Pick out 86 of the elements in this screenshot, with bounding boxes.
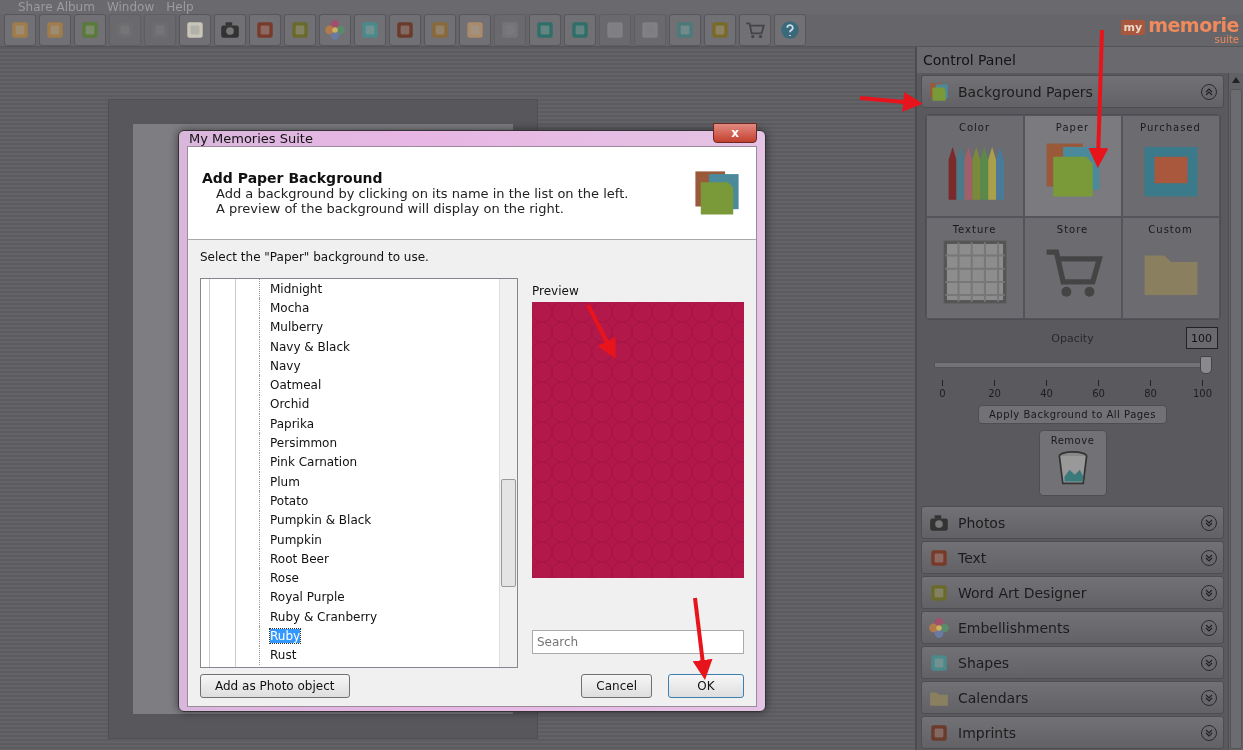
toolbar-button[interactable]: [704, 14, 736, 46]
logo-name: memorie: [1148, 15, 1239, 35]
list-item[interactable]: Paprika: [270, 416, 315, 431]
tick-label: 0: [936, 380, 949, 399]
panel-title: Control Panel: [917, 47, 1243, 73]
search-field[interactable]: Search: [532, 630, 744, 654]
section-title: Embellishments: [958, 619, 1071, 636]
list-item[interactable]: Rust: [270, 648, 297, 663]
list-item[interactable]: Mulberry: [270, 320, 324, 335]
scrollbar[interactable]: [1228, 73, 1243, 750]
tile-label: Color: [958, 122, 991, 133]
list-item[interactable]: Pink Carnation: [270, 455, 358, 470]
close-button[interactable]: x: [713, 122, 757, 143]
list-item[interactable]: Plum: [270, 474, 300, 489]
tick-label: 60: [1092, 380, 1105, 399]
toolbar-button[interactable]: [389, 14, 421, 46]
section-title: Background Papers: [958, 83, 1094, 100]
toolbar-button[interactable]: [459, 14, 491, 46]
annotation-arrow: [859, 91, 923, 112]
flower-icon: [324, 19, 346, 41]
tile-label: Custom: [1148, 224, 1193, 235]
list-item[interactable]: Pumpkin & Black: [270, 513, 372, 528]
section-title: Imprints: [958, 724, 1017, 741]
toolbar-button[interactable]: [774, 14, 806, 46]
dialog-description: Add a background by clicking on its name in the list on the left.: [215, 186, 630, 201]
list-item[interactable]: Orchid: [270, 397, 310, 412]
dialog-description: A preview of the background will display on the right.: [215, 201, 565, 216]
dialog-heading: Add Paper Background: [202, 170, 384, 186]
toolbar-button[interactable]: [529, 14, 561, 46]
toolbar-button[interactable]: [564, 14, 596, 46]
tile-option[interactable]: Paper: [1023, 115, 1122, 217]
toolbar-button[interactable]: [249, 14, 281, 46]
section-title: Calendars: [958, 689, 1030, 706]
dialog-title: My Memories Suite: [188, 131, 314, 146]
annotation-arrow: [586, 304, 616, 360]
apply-button[interactable]: Apply Background to All Pages: [978, 405, 1167, 424]
list-item[interactable]: Oatmeal: [270, 378, 322, 393]
slider-thumb[interactable]: [1199, 356, 1212, 374]
toolbar-button[interactable]: [739, 14, 771, 46]
toolbar-button[interactable]: [424, 14, 456, 46]
tile-label: Texture: [952, 224, 997, 235]
flower-icon: [928, 616, 950, 639]
section-title: Word Art Designer: [958, 584, 1088, 601]
list-item[interactable]: Navy: [270, 358, 301, 373]
toolbar-button[interactable]: [74, 14, 106, 46]
toolbar-button[interactable]: [669, 14, 701, 46]
list-prompt: Select the "Paper" background to use.: [200, 250, 430, 264]
texture-icon: [941, 239, 1008, 305]
ok-button[interactable]: OK: [668, 674, 744, 698]
toolbar-button[interactable]: [4, 14, 36, 46]
list-item[interactable]: Pumpkin: [270, 532, 322, 547]
toolbar-button[interactable]: [284, 14, 316, 46]
remove-button[interactable]: Remove: [1038, 430, 1107, 496]
preview-label: Preview: [532, 284, 580, 298]
logo-badge: my: [1120, 19, 1146, 35]
section-title: Text: [958, 549, 988, 566]
tile-label: Purchased: [1140, 122, 1201, 133]
toolbar-button[interactable]: [179, 14, 211, 46]
papers-icon: [928, 80, 950, 103]
list-item[interactable]: Navy & Black: [270, 339, 350, 354]
list-item[interactable]: Royal Purple: [270, 590, 345, 605]
add-photo-button[interactable]: Add as Photo object: [200, 674, 350, 698]
tick-label: 20: [988, 380, 1001, 399]
section-title: Shapes: [958, 654, 1011, 671]
opacity-slider[interactable]: [933, 356, 1212, 374]
toolbar-button[interactable]: [319, 14, 351, 46]
scroll-up-icon[interactable]: [1232, 77, 1240, 83]
help-icon: [779, 19, 801, 41]
tile-label: Store: [1056, 224, 1089, 235]
list-item[interactable]: Midnight: [270, 281, 323, 296]
toolbar-button[interactable]: [39, 14, 71, 46]
toolbar-button[interactable]: [214, 14, 246, 46]
list-item[interactable]: Root Beer: [270, 551, 329, 566]
toolbar-button[interactable]: [354, 14, 386, 46]
list-item[interactable]: Potato: [270, 493, 309, 508]
list-item[interactable]: Persimmon: [270, 436, 338, 450]
list-item[interactable]: Rose: [270, 571, 299, 586]
tile-label: Paper: [1055, 122, 1090, 133]
camera-icon: [219, 19, 241, 41]
list-item[interactable]: Mocha: [270, 300, 310, 315]
cancel-button[interactable]: Cancel: [581, 674, 652, 698]
section-title: Photos: [958, 514, 1007, 531]
logo-suffix: suite: [1214, 35, 1239, 45]
tick-label: 80: [1144, 380, 1157, 399]
tick-label: 40: [1040, 380, 1053, 399]
list-item[interactable]: Ruby & Cranberry: [270, 609, 378, 624]
